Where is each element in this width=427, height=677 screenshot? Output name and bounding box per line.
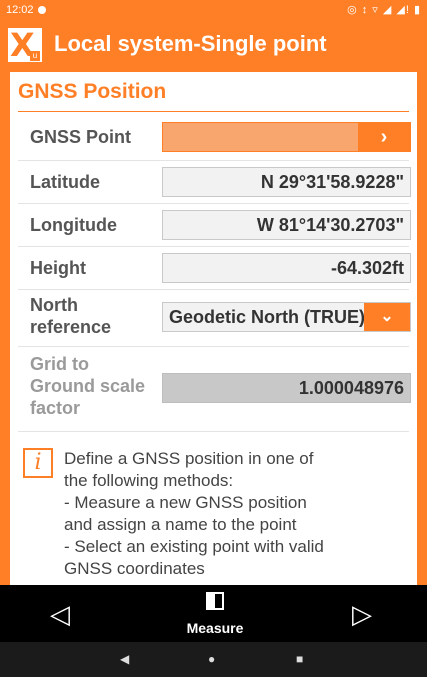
longitude-row: Longitude W 81°14'30.2703": [18, 204, 411, 247]
grid-to-ground-label-line3: factor: [30, 398, 81, 418]
north-reference-label: North reference: [30, 294, 111, 338]
system-status-icons: ◎ ↕ ▿ ◢ ◢! ▮: [347, 4, 421, 16]
height-label: Height: [30, 258, 86, 278]
gnss-point-selector[interactable]: ›: [162, 122, 411, 152]
height-value: -64.302ft: [330, 258, 404, 278]
status-bar: 12:02 ◎ ↕ ▿ ◢ ◢! ▮: [0, 0, 427, 20]
previous-arrow-icon[interactable]: ◁: [50, 599, 70, 630]
chevron-right-icon[interactable]: ›: [358, 123, 410, 151]
latitude-value: N 29°31'58.9228": [260, 172, 404, 192]
section-divider: [18, 111, 409, 112]
info-line: GNSS coordinates: [64, 559, 205, 578]
info-line: and assign a name to the point: [64, 515, 297, 534]
measure-button[interactable]: Measure: [170, 585, 260, 642]
chevron-down-icon[interactable]: ⌄: [364, 303, 410, 331]
main-card: GNSS Position GNSS Point › Latitude N 29…: [10, 72, 417, 585]
grid-to-ground-field: 1.000048976: [162, 373, 411, 403]
grid-to-ground-label: Grid to Ground scale factor: [30, 353, 145, 419]
recents-icon[interactable]: ■: [296, 652, 303, 666]
grid-to-ground-row: Grid to Ground scale factor 1.000048976: [18, 347, 411, 432]
back-icon[interactable]: ◀: [120, 652, 129, 666]
system-nav-bar: ◀ ● ■: [0, 642, 427, 677]
north-reference-dropdown[interactable]: Geodetic North (TRUE) ⌄: [162, 302, 411, 332]
measure-icon: [206, 592, 224, 610]
status-time: 12:02: [6, 4, 34, 16]
app-logo-icon[interactable]: X u: [8, 26, 42, 64]
section-title: GNSS Position: [18, 80, 167, 103]
measure-label: Measure: [186, 620, 244, 636]
next-arrow-icon[interactable]: ▷: [352, 599, 372, 630]
latitude-label: Latitude: [30, 172, 100, 192]
info-line: - Measure a new GNSS position: [64, 493, 307, 512]
app-bar: X u Local system-Single point: [0, 20, 427, 70]
info-line: Define a GNSS position in one of: [64, 449, 314, 468]
longitude-field: W 81°14'30.2703": [162, 210, 411, 240]
grid-to-ground-label-line1: Grid to: [30, 354, 89, 374]
logo-u: u: [30, 51, 40, 61]
home-icon[interactable]: ●: [208, 652, 215, 666]
info-text: Define a GNSS position in one of the fol…: [64, 448, 324, 580]
north-reference-row: North reference Geodetic North (TRUE) ⌄: [18, 290, 411, 347]
notification-dot-icon: [38, 6, 46, 14]
bottom-action-bar: ◁ Measure ▷: [0, 585, 427, 642]
grid-to-ground-value: 1.000048976: [298, 378, 404, 398]
info-line: the following methods:: [64, 471, 234, 490]
north-reference-label-line1: North: [30, 295, 78, 315]
info-panel: i Define a GNSS position in one of the f…: [18, 440, 409, 585]
height-row: Height -64.302ft: [18, 247, 411, 290]
north-reference-label-line2: reference: [30, 317, 112, 337]
latitude-row: Latitude N 29°31'58.9228": [18, 161, 411, 204]
gnss-point-row: GNSS Point ›: [18, 116, 411, 161]
longitude-label: Longitude: [30, 215, 117, 235]
info-icon: i: [23, 448, 53, 478]
latitude-field: N 29°31'58.9228": [162, 167, 411, 197]
height-field: -64.302ft: [162, 253, 411, 283]
north-reference-value: Geodetic North (TRUE): [169, 307, 365, 327]
page-title: Local system-Single point: [54, 31, 327, 56]
grid-to-ground-label-line2: Ground scale: [30, 376, 146, 396]
longitude-value: W 81°14'30.2703": [256, 215, 404, 235]
info-line: - Select an existing point with valid: [64, 537, 324, 556]
gnss-point-label: GNSS Point: [30, 127, 132, 147]
